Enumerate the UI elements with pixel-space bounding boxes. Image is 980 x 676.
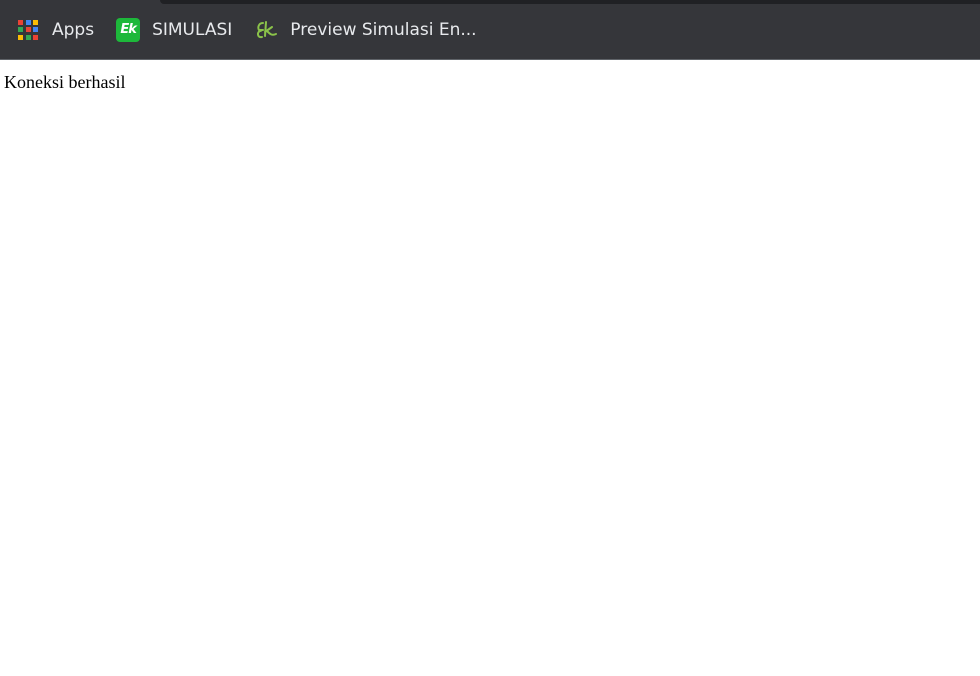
apps-grid-dot: [33, 27, 38, 32]
bookmark-apps-label: Apps: [52, 19, 95, 40]
apps-grid-dot: [18, 34, 23, 40]
bookmark-simulasi[interactable]: Ek SIMULASI: [116, 15, 232, 45]
ek-script-logo-svg: [257, 20, 278, 38]
ek-logo-icon: Ek: [116, 17, 141, 42]
page-content: Koneksi berhasil: [0, 60, 980, 105]
apps-grid-dot: [25, 34, 31, 40]
apps-grid-dot: [18, 19, 23, 25]
bookmark-preview-simulasi[interactable]: Preview Simulasi En...: [254, 15, 477, 45]
bookmarks-bar: Apps Ek SIMULASI Preview Simulasi En...: [0, 0, 980, 59]
apps-grid-dot: [33, 19, 38, 25]
apps-grid-icon: [16, 18, 40, 42]
apps-grid-dot: [33, 34, 38, 40]
bookmark-simulasi-label: SIMULASI: [152, 19, 233, 40]
apps-grid-dot: [25, 27, 31, 32]
apps-grid-dot: [18, 27, 23, 32]
bookmark-preview-label: Preview Simulasi En...: [290, 19, 477, 40]
browser-chrome: Apps Ek SIMULASI Preview Simulasi En...: [0, 0, 980, 60]
ek-script-logo-icon: [254, 18, 278, 42]
apps-grid-dot: [25, 19, 31, 25]
bookmark-apps[interactable]: Apps: [16, 15, 94, 45]
connection-status-message: Koneksi berhasil: [4, 72, 126, 92]
ek-badge-text: Ek: [116, 17, 141, 42]
